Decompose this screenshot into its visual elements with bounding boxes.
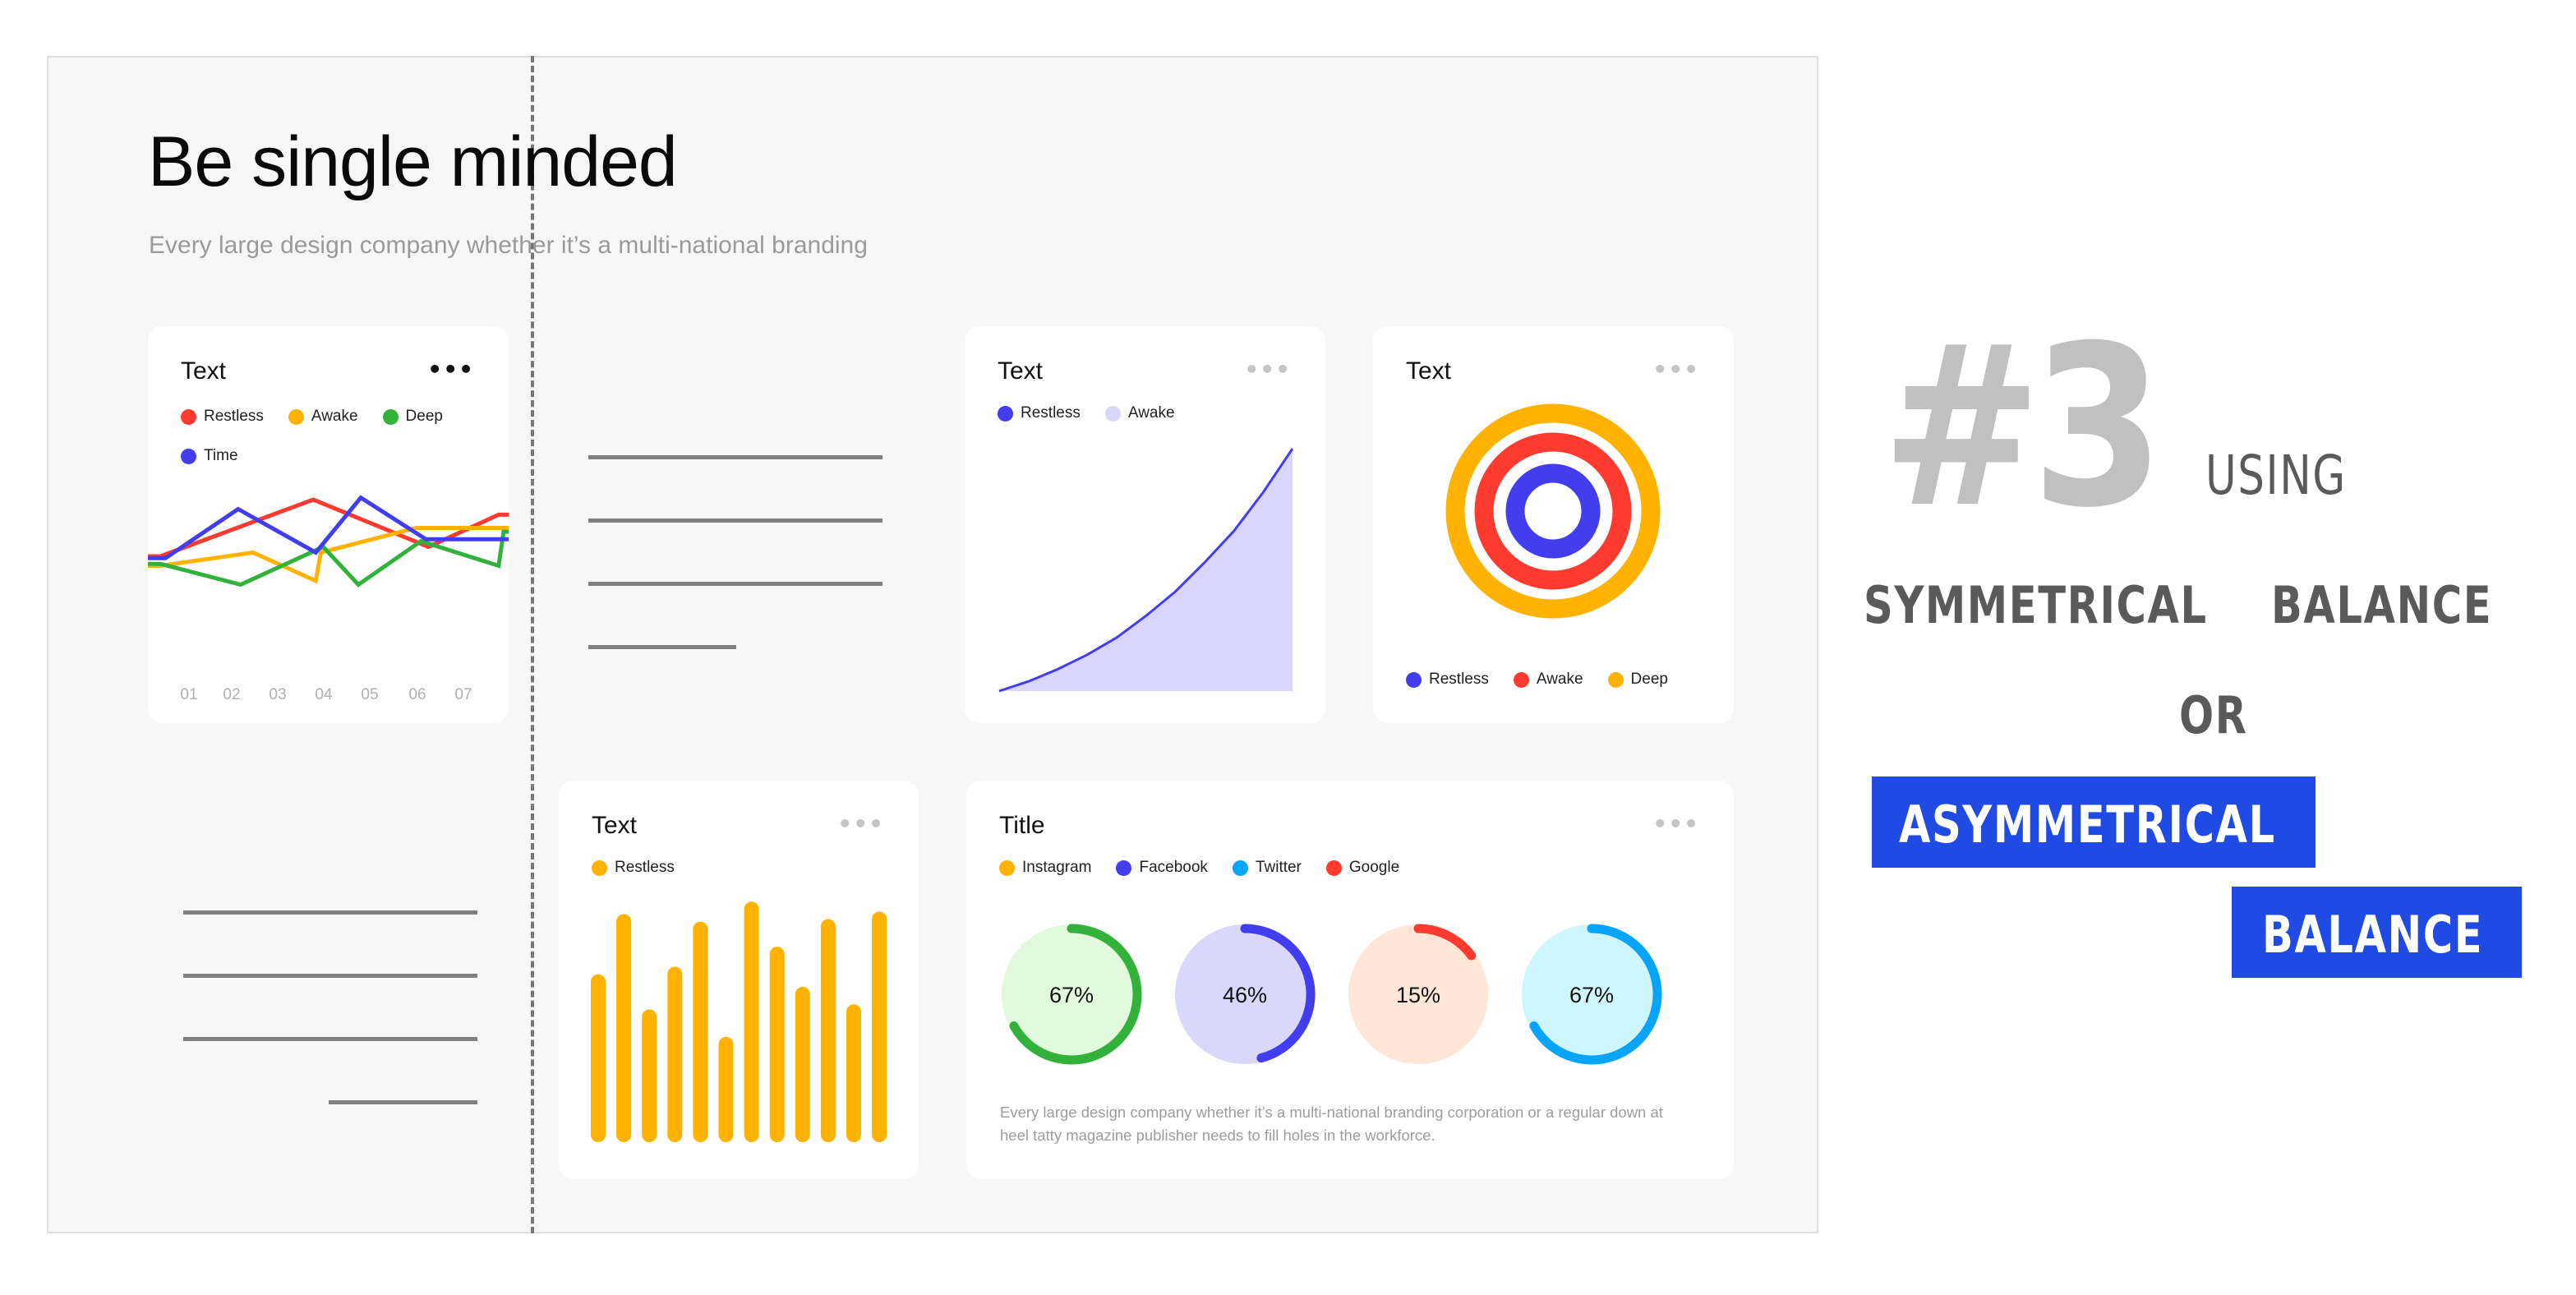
area-fill [999,449,1293,691]
asymmetrical-label: ASYMMETRICAL [1899,795,2276,855]
bar [667,966,683,1142]
x-tick-label: 03 [269,686,286,703]
legend-item: Awake [1513,660,1583,699]
bar [769,947,785,1142]
placeholder-line [183,1037,477,1041]
legend-dot-icon [1607,671,1624,688]
ring-awake [1474,432,1632,590]
line-chart: 01 02 03 04 05 06 07 [148,495,509,703]
progress-value: 67% [1569,983,1614,1007]
legend-dot-icon [1406,671,1422,688]
bar [846,1004,861,1142]
x-tick-label: 02 [223,686,240,703]
rings-chart-card: Text ••• Restless Awake Deep [1373,326,1734,723]
legend-item: Restless [1406,660,1489,699]
progress-card: Title ••• Instagram Facebook Twitter Google… [966,781,1734,1179]
bar [718,1036,734,1142]
area-chart [998,448,1294,693]
symmetrical-label: SYMMETRICAL [1864,575,2208,635]
bar [872,911,887,1142]
x-tick-label: 05 [361,686,378,703]
balance-label: BALANCE [2271,575,2493,635]
card-description: Every large design company whether it’s … [1000,1104,1663,1144]
placeholder-line [183,910,477,915]
bar [744,901,759,1142]
x-tick-label: 04 [315,686,333,703]
x-tick-label: 06 [408,686,426,703]
bar [591,974,606,1142]
using-label: USING [2205,444,2347,507]
or-label: OR [2179,685,2248,745]
slide-headline: Be single minded [148,122,678,201]
asymmetrical-highlight: ASYMMETRICAL [1872,777,2316,868]
bar [693,921,708,1142]
placeholder-line [588,645,736,649]
area-chart-card: Text ••• Restless Awake [965,326,1325,723]
balance-highlight: BALANCE [2232,887,2522,978]
slide-subtitle: Every large design company whether it’s … [149,232,868,259]
bar [616,914,632,1142]
bar [642,1009,657,1142]
chart-legend: Restless Awake Deep [1406,660,1668,699]
placeholder-line [588,518,882,523]
line-chart-card: Text ••• Restless Awake Deep Time 01 02 03 04 0… [148,326,509,723]
legend-label: Awake [1536,671,1583,688]
x-tick-label: 07 [454,686,472,703]
bar [820,919,836,1142]
legend-label: Deep [1630,671,1668,688]
section-number: #3 [1882,297,2164,556]
x-tick-label: 01 [180,686,197,703]
placeholder-line [588,455,882,459]
placeholder-line [183,974,477,978]
progress-value: 67% [1049,983,1094,1007]
bar [795,986,810,1142]
progress-value: 15% [1396,983,1440,1007]
progress-value: 46% [1223,983,1267,1007]
placeholder-line [588,582,882,586]
placeholder-line [329,1100,477,1104]
bar-chart [591,901,887,1142]
bar-chart-card: Text ••• Restless [559,781,919,1179]
ring-restless [1505,463,1601,559]
legend-item: Deep [1607,660,1668,699]
legend-dot-icon [1513,671,1529,688]
balance-highlight-label: BALANCE [2262,905,2484,965]
legend-label: Restless [1429,671,1489,688]
